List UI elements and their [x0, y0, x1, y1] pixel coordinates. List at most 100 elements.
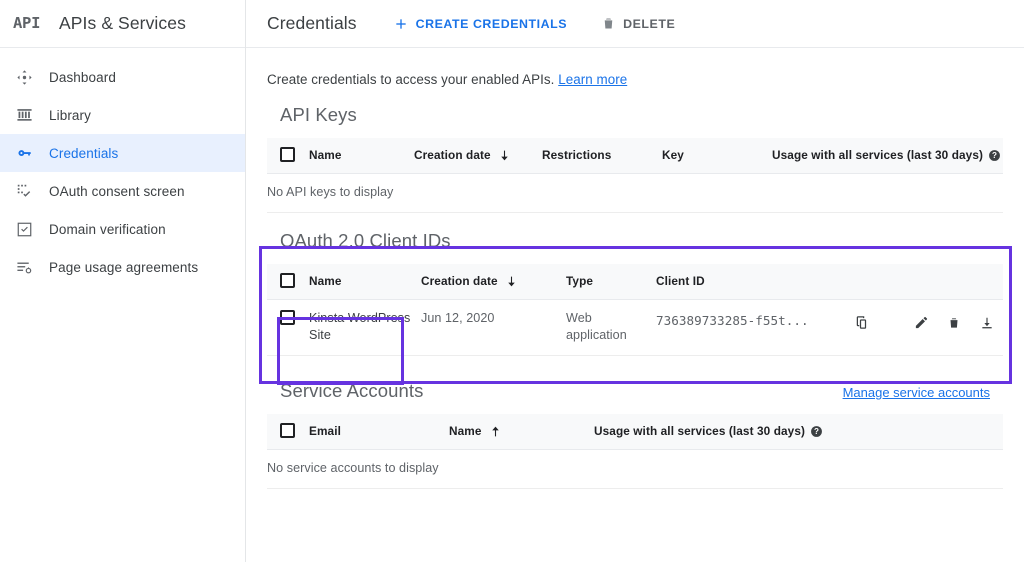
delete-button[interactable]: DELETE — [593, 8, 683, 40]
oauth-col-actions — [844, 264, 1003, 300]
sidebar-header: API APIs & Services — [0, 0, 245, 48]
oauth-col-creation-date-label: Creation date — [421, 273, 498, 290]
oauth-row-select-cell — [267, 299, 309, 355]
delete-label: DELETE — [623, 17, 675, 31]
service-accounts-table-header-row: Email Name — [267, 414, 1003, 450]
sidebar-nav: Dashboard Library — [0, 48, 245, 286]
api-keys-table-header-row: Name Creation date — [267, 138, 1003, 174]
api-keys-col-creation-date[interactable]: Creation date — [414, 138, 542, 174]
api-keys-section: API Keys Name — [267, 87, 1003, 213]
sidebar-item-label: Library — [46, 108, 91, 123]
sort-desc-icon — [505, 275, 518, 288]
oauth-title: OAuth 2.0 Client IDs — [280, 230, 451, 252]
oauth-col-type[interactable]: Type — [566, 264, 656, 300]
intro-text: Create credentials to access your enable… — [267, 48, 1003, 87]
sidebar-item-library[interactable]: Library — [0, 96, 245, 134]
sidebar-item-credentials[interactable]: Credentials — [0, 134, 245, 172]
api-keys-title: API Keys — [280, 104, 357, 126]
create-credentials-label: CREATE CREDENTIALS — [416, 17, 567, 31]
credentials-page: API APIs & Services Dashboard — [0, 0, 1024, 562]
service-accounts-col-name-label: Name — [449, 423, 482, 440]
sidebar: API APIs & Services Dashboard — [0, 0, 246, 562]
api-keys-empty-message: No API keys to display — [267, 174, 1003, 213]
api-keys-col-restrictions[interactable]: Restrictions — [542, 138, 662, 174]
sidebar-title: APIs & Services — [47, 13, 186, 34]
service-accounts-title: Service Accounts — [280, 380, 424, 402]
oauth-header: OAuth 2.0 Client IDs — [267, 230, 1003, 252]
oauth-row-name: Kinsta WordPress Site — [309, 299, 421, 355]
sidebar-item-label: Domain verification — [46, 222, 166, 237]
toolbar-actions: CREATE CREDENTIALS DELETE — [357, 8, 684, 40]
select-all-checkbox[interactable] — [280, 423, 295, 438]
sort-asc-icon — [489, 425, 502, 438]
consent-screen-icon — [16, 183, 46, 200]
service-accounts-col-email[interactable]: Email — [309, 414, 449, 450]
download-icon[interactable] — [970, 310, 1003, 336]
plus-icon — [393, 16, 409, 32]
api-keys-empty-row: No API keys to display — [267, 174, 1003, 213]
sidebar-item-domain-verification[interactable]: Domain verification — [0, 210, 245, 248]
dashboard-icon — [16, 69, 46, 86]
api-keys-col-name[interactable]: Name — [309, 138, 414, 174]
oauth-row-type: Web application — [566, 299, 656, 355]
edit-icon[interactable] — [905, 310, 938, 336]
row-checkbox[interactable] — [280, 310, 295, 325]
api-logo-icon: API — [13, 16, 47, 32]
oauth-col-client-id[interactable]: Client ID — [656, 264, 844, 300]
oauth-select-all-cell — [267, 264, 309, 300]
trash-icon — [601, 16, 616, 31]
oauth-client-ids-section: OAuth 2.0 Client IDs Name — [267, 213, 1003, 356]
api-keys-header: API Keys — [267, 104, 1003, 126]
create-credentials-button[interactable]: CREATE CREDENTIALS — [385, 8, 575, 40]
service-accounts-select-all-cell — [267, 414, 309, 450]
help-icon[interactable]: ? — [988, 149, 1001, 162]
service-accounts-col-usage: Usage with all services (last 30 days)? — [594, 414, 1003, 450]
content-area: Create credentials to access your enable… — [246, 48, 1024, 562]
service-accounts-empty-row: No service accounts to display — [267, 450, 1003, 489]
select-all-checkbox[interactable] — [280, 147, 295, 162]
service-accounts-empty-message: No service accounts to display — [267, 450, 1003, 489]
oauth-table-header-row: Name Creation date — [267, 264, 1003, 300]
main-content: Credentials CREATE CREDENTIALS — [246, 0, 1024, 562]
service-accounts-table: Email Name — [267, 414, 1003, 489]
oauth-col-name[interactable]: Name — [309, 264, 421, 300]
domain-verification-icon — [16, 221, 46, 238]
service-accounts-section: Service Accounts Manage service accounts… — [267, 356, 1003, 489]
library-icon — [16, 107, 46, 124]
oauth-row-actions — [844, 299, 1003, 355]
service-accounts-col-name[interactable]: Name — [449, 414, 594, 450]
service-accounts-header: Service Accounts Manage service accounts — [267, 380, 1003, 402]
table-row[interactable]: Kinsta WordPress Site Jun 12, 2020 Web a… — [267, 299, 1003, 355]
key-icon — [16, 144, 46, 162]
service-accounts-col-usage-label: Usage with all services (last 30 days) — [594, 424, 805, 438]
api-keys-col-usage: Usage with all services (last 30 days)? — [772, 138, 1003, 174]
oauth-col-creation-date[interactable]: Creation date — [421, 264, 566, 300]
sidebar-item-label: Page usage agreements — [46, 260, 198, 275]
sidebar-item-label: OAuth consent screen — [46, 184, 185, 199]
svg-text:?: ? — [992, 152, 997, 161]
page-usage-agreements-icon — [16, 259, 46, 276]
page-title: Credentials — [267, 13, 357, 34]
api-keys-col-creation-date-label: Creation date — [414, 147, 491, 164]
sidebar-item-page-usage-agreements[interactable]: Page usage agreements — [0, 248, 245, 286]
manage-service-accounts-link[interactable]: Manage service accounts — [843, 385, 990, 400]
sort-desc-icon — [498, 149, 511, 162]
sidebar-item-label: Credentials — [46, 146, 118, 161]
delete-icon[interactable] — [938, 310, 971, 336]
api-keys-col-key[interactable]: Key — [662, 138, 772, 174]
oauth-row-client-id: 736389733285-f55t... — [656, 299, 844, 355]
svg-text:?: ? — [814, 428, 819, 437]
oauth-table: Name Creation date — [267, 264, 1003, 356]
sidebar-item-dashboard[interactable]: Dashboard — [0, 58, 245, 96]
page-toolbar: Credentials CREATE CREDENTIALS — [246, 0, 1024, 48]
sidebar-item-label: Dashboard — [46, 70, 116, 85]
learn-more-link[interactable]: Learn more — [558, 72, 627, 87]
oauth-row-creation-date: Jun 12, 2020 — [421, 299, 566, 355]
sidebar-item-oauth-consent-screen[interactable]: OAuth consent screen — [0, 172, 245, 210]
api-keys-col-usage-label: Usage with all services (last 30 days) — [772, 148, 983, 162]
select-all-checkbox[interactable] — [280, 273, 295, 288]
copy-icon[interactable] — [844, 310, 877, 336]
help-icon[interactable]: ? — [810, 425, 823, 438]
intro-sentence: Create credentials to access your enable… — [267, 72, 554, 87]
api-keys-table: Name Creation date — [267, 138, 1003, 213]
